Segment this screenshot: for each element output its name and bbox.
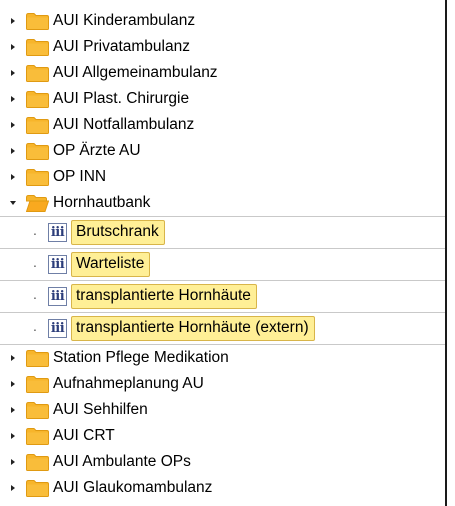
open-folder-icon bbox=[26, 195, 49, 212]
tree-child-item[interactable]: · iii transplantierte Hornhäute bbox=[0, 281, 445, 312]
tree-item-label: AUI Ambulante OPs bbox=[53, 453, 191, 470]
tree-item-label: Station Pflege Medikation bbox=[53, 349, 229, 366]
tree-item[interactable]: AUI CRT bbox=[0, 423, 445, 449]
expand-arrow-icon[interactable] bbox=[6, 148, 20, 154]
tree-child-label[interactable]: transplantierte Hornhäute (extern) bbox=[71, 316, 315, 341]
expand-arrow-icon[interactable] bbox=[6, 96, 20, 102]
expand-arrow-icon[interactable] bbox=[6, 355, 20, 361]
tree-item-label: AUI CRT bbox=[53, 427, 115, 444]
tree-item[interactable]: Aufnahmeplanung AU bbox=[0, 371, 445, 397]
tree-panel: AUI Kinderambulanz AUI Privatambulanz AU… bbox=[0, 0, 447, 506]
tree-item[interactable]: AUI Plast. Chirurgie bbox=[0, 86, 445, 112]
table-icon: iii bbox=[48, 319, 67, 338]
tree-item-label: AUI Privatambulanz bbox=[53, 38, 190, 55]
folder-icon bbox=[26, 169, 49, 186]
tree-item-label: OP Ärzte AU bbox=[53, 142, 141, 159]
tree-item[interactable]: AUI Privatambulanz bbox=[0, 34, 445, 60]
expand-arrow-icon[interactable] bbox=[6, 459, 20, 465]
folder-icon bbox=[26, 480, 49, 497]
folder-icon bbox=[26, 39, 49, 56]
tree-child-item[interactable]: · iii transplantierte Hornhäute (extern) bbox=[0, 313, 445, 344]
tree-item[interactable]: AUI Ambulante OPs bbox=[0, 449, 445, 475]
folder-icon bbox=[26, 428, 49, 445]
tree-item[interactable]: AUI Notfallambulanz bbox=[0, 112, 445, 138]
child-bullet: · bbox=[32, 320, 38, 337]
tree-item-label: AUI Allgemeinambulanz bbox=[53, 64, 218, 81]
tree-child-label[interactable]: transplantierte Hornhäute bbox=[71, 284, 257, 309]
child-bullet: · bbox=[32, 256, 38, 273]
folder-icon bbox=[26, 117, 49, 134]
folder-icon bbox=[26, 91, 49, 108]
folder-icon bbox=[26, 376, 49, 393]
child-bullet: · bbox=[32, 224, 38, 241]
folder-icon bbox=[26, 65, 49, 82]
tree-item[interactable]: OP INN bbox=[0, 164, 445, 190]
tree-item-label: Aufnahmeplanung AU bbox=[53, 375, 204, 392]
tree-item-label: AUI Plast. Chirurgie bbox=[53, 90, 190, 107]
expand-arrow-icon[interactable] bbox=[6, 122, 20, 128]
tree-item[interactable]: AUI Sehhilfen bbox=[0, 397, 445, 423]
folder-icon bbox=[26, 402, 49, 419]
table-icon: iii bbox=[48, 287, 67, 306]
child-bullet: · bbox=[32, 288, 38, 305]
expand-arrow-icon[interactable] bbox=[6, 18, 20, 24]
table-icon: iii bbox=[48, 255, 67, 274]
tree-child-item[interactable]: · iii Brutschrank bbox=[0, 217, 445, 248]
tree-child-item[interactable]: · iii Warteliste bbox=[0, 249, 445, 280]
expand-arrow-icon[interactable] bbox=[6, 174, 20, 180]
tree-item-label: AUI Kinderambulanz bbox=[53, 12, 196, 29]
tree-item-label: OP INN bbox=[53, 168, 107, 185]
expand-arrow-icon[interactable] bbox=[6, 433, 20, 439]
expand-arrow-icon[interactable] bbox=[6, 70, 20, 76]
tree-item-label: AUI Sehhilfen bbox=[53, 401, 148, 418]
folder-icon bbox=[26, 143, 49, 160]
tree-item[interactable]: OP Ärzte AU bbox=[0, 138, 445, 164]
expand-arrow-icon[interactable] bbox=[6, 485, 20, 491]
tree-child-label[interactable]: Warteliste bbox=[71, 252, 151, 277]
tree-child-label[interactable]: Brutschrank bbox=[71, 220, 165, 245]
expand-arrow-icon[interactable] bbox=[6, 44, 20, 50]
tree-item[interactable]: Station Pflege Medikation bbox=[0, 345, 445, 371]
tree-item[interactable]: AUI Glaukomambulanz bbox=[0, 475, 445, 501]
folder-icon bbox=[26, 13, 49, 30]
expand-arrow-icon[interactable] bbox=[6, 381, 20, 387]
collapse-arrow-icon[interactable] bbox=[6, 201, 20, 205]
tree-item[interactable]: AUI Allgemeinambulanz bbox=[0, 60, 445, 86]
tree-item[interactable]: AUI Kinderambulanz bbox=[0, 8, 445, 34]
folder-icon bbox=[26, 350, 49, 367]
folder-tree: AUI Kinderambulanz AUI Privatambulanz AU… bbox=[0, 8, 445, 501]
tree-item-label: Hornhautbank bbox=[53, 194, 151, 211]
table-icon: iii bbox=[48, 223, 67, 242]
folder-icon bbox=[26, 454, 49, 471]
expand-arrow-icon[interactable] bbox=[6, 407, 20, 413]
tree-item-label: AUI Notfallambulanz bbox=[53, 116, 195, 133]
tree-item-label: AUI Glaukomambulanz bbox=[53, 479, 213, 496]
tree-item-expanded[interactable]: Hornhautbank bbox=[0, 190, 445, 216]
